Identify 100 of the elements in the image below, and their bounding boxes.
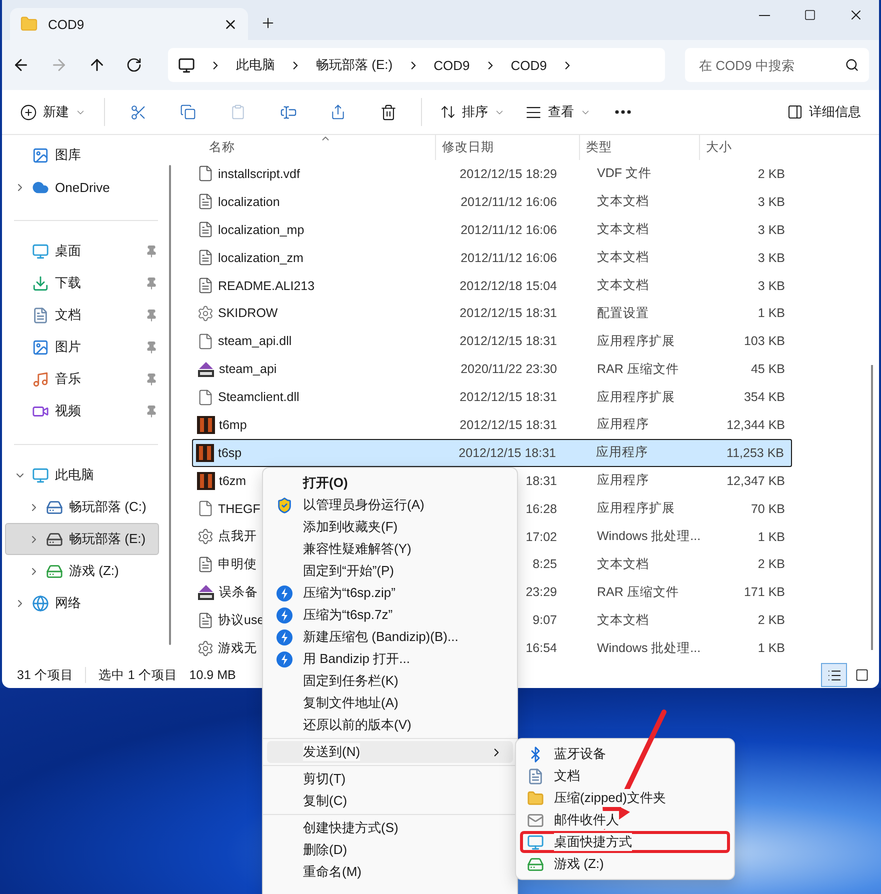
type-cell: 应用程序扩展 [597, 334, 675, 348]
type-cell: RAR 压缩文件 [597, 362, 679, 376]
sidebar-item[interactable]: 视频 [5, 395, 159, 427]
desktop-icon [32, 242, 49, 260]
breadcrumb[interactable]: 畅玩部落 (E:) [316, 56, 393, 74]
details-view-button[interactable] [821, 663, 847, 687]
sidebar-item[interactable]: 音乐 [5, 363, 159, 395]
lightning-circle-icon [276, 628, 292, 646]
sort-button[interactable]: 排序 [432, 96, 513, 128]
scrollbar[interactable] [871, 365, 873, 650]
menu-item[interactable]: 游戏 (Z:) [520, 853, 730, 875]
sidebar-item[interactable]: 游戏 (Z:) [5, 555, 159, 587]
menu-item[interactable]: 固定到任务栏(K) [267, 670, 513, 692]
column-header[interactable]: 名称 [177, 135, 435, 160]
size-cell: 2 KB [758, 557, 785, 572]
sidebar-item[interactable]: 文档 [5, 299, 159, 331]
drive-icon [46, 562, 63, 580]
lightning-circle-icon [276, 650, 292, 668]
gear-file-icon [197, 528, 214, 546]
plus-icon [260, 15, 276, 31]
menu-item[interactable]: 剪切(T) [267, 768, 513, 790]
menu-item[interactable]: 压缩为“t6sp.zip” [267, 582, 513, 604]
sidebar-item[interactable]: 图库 [5, 139, 159, 171]
menu-item[interactable]: 以管理员身份运行(A) [267, 494, 513, 516]
size-cell: 3 KB [758, 222, 785, 237]
sidebar-item[interactable]: 桌面 [5, 235, 159, 267]
document-icon [32, 306, 49, 324]
address-bar[interactable]: 此电脑 畅玩部落 (E:) COD9 COD9 [168, 48, 665, 82]
menu-item[interactable]: 打开(O) [267, 472, 513, 494]
file-row[interactable]: t6sp 2012/12/15 18:31 应用程序 11,253 KB [192, 438, 792, 467]
search-field[interactable]: 在 COD9 中搜索 [685, 48, 869, 82]
breadcrumb[interactable]: COD9 [510, 58, 547, 72]
date-cell: 2012/12/15 18:31 [458, 446, 556, 460]
menu-item[interactable]: 复制(C) [267, 790, 513, 812]
menu-item[interactable]: 邮件收件人 [520, 809, 730, 831]
text-file-icon [197, 193, 214, 210]
size-cell: 12,344 KB [726, 418, 785, 432]
menu-item[interactable]: 用 Bandizip 打开... [267, 648, 513, 670]
sidebar-item[interactable]: 畅玩部落 (C:) [5, 491, 159, 523]
refresh-icon[interactable] [126, 57, 142, 73]
sidebar-item[interactable]: 网络 [5, 587, 159, 619]
menu-item[interactable]: 蓝牙设备 [520, 743, 730, 765]
menu-item[interactable]: 删除(D) [267, 839, 513, 861]
selection-count: 选中 1 个项目 [98, 666, 178, 684]
game-icon [197, 472, 215, 490]
type-cell: 应用程序 [597, 417, 649, 432]
size-cell: 103 KB [744, 334, 785, 348]
date-cell: 16:28 [526, 502, 557, 516]
new-button[interactable]: 新建 [12, 96, 94, 128]
size-cell: 2 KB [758, 166, 785, 181]
menu-item[interactable]: 创建快捷方式(S) [267, 817, 513, 839]
music-icon [32, 370, 49, 388]
type-cell: 文本文档 [597, 250, 649, 264]
breadcrumb[interactable]: 此电脑 [236, 56, 275, 74]
date-cell: 2012/12/18 15:04 [460, 278, 557, 292]
column-header[interactable]: 大小 [699, 135, 779, 160]
clipboard-icon [230, 104, 246, 120]
sidebar-item[interactable]: 图片 [5, 331, 159, 363]
date-cell: 2012/11/12 16:06 [460, 250, 557, 265]
menu-item[interactable]: 添加到收藏夹(F) [267, 516, 513, 538]
type-cell: VDF 文件 [597, 166, 652, 180]
size-cell: 11,253 KB [726, 446, 784, 460]
menu-item[interactable]: 还原以前的版本(V) [267, 714, 513, 736]
menu-item[interactable]: 复制文件地址(A) [267, 692, 513, 714]
menu-item[interactable]: 重命名(M) [267, 861, 513, 883]
sidebar-item[interactable]: 此电脑 [5, 459, 159, 491]
menu-item[interactable]: 兼容性疑难解答(Y) [267, 538, 513, 560]
menu-item[interactable]: 压缩(zipped)文件夹 [520, 787, 730, 809]
file-name: SKIDROW [218, 306, 278, 320]
archive-icon [197, 583, 215, 602]
scrollbar[interactable] [168, 165, 170, 645]
menu-item[interactable]: 桌面快捷方式 [520, 831, 730, 853]
menu-item[interactable]: 压缩为“t6sp.7z” [267, 604, 513, 626]
date-cell: 2012/11/12 16:06 [460, 194, 557, 209]
breadcrumb[interactable]: COD9 [434, 58, 470, 72]
column-header[interactable]: 修改日期 [435, 135, 579, 160]
file-name: installscript.vdf [218, 166, 300, 181]
menu-item[interactable]: 发送到(N) [267, 741, 513, 763]
back-icon[interactable] [12, 56, 30, 74]
shield-icon [276, 496, 292, 514]
menu-item[interactable]: 文档 [520, 765, 730, 787]
date-cell: 2012/12/15 18:31 [460, 390, 557, 404]
text-file-icon [197, 277, 214, 294]
file-icon [197, 332, 214, 350]
menu-item[interactable]: 固定到“开始”(P) [267, 560, 513, 582]
sidebar-item[interactable]: 畅玩部落 (E:) [5, 523, 159, 555]
view-button[interactable]: 查看 [517, 96, 599, 128]
share-icon [330, 104, 346, 120]
column-header[interactable]: 类型 [579, 135, 699, 160]
sidebar-item[interactable]: OneDrive [5, 171, 159, 203]
download-icon [32, 274, 49, 292]
document-icon [526, 768, 544, 784]
file-icon [197, 500, 214, 518]
details-button[interactable]: 详细信息 [779, 96, 869, 128]
date-cell: 23:29 [526, 585, 557, 600]
file-name: t6zm [219, 474, 246, 488]
up-icon[interactable] [88, 56, 106, 74]
file-name: localization [218, 194, 280, 209]
sidebar-item[interactable]: 下载 [5, 267, 159, 299]
folder-tab[interactable]: COD9 [10, 8, 248, 40]
